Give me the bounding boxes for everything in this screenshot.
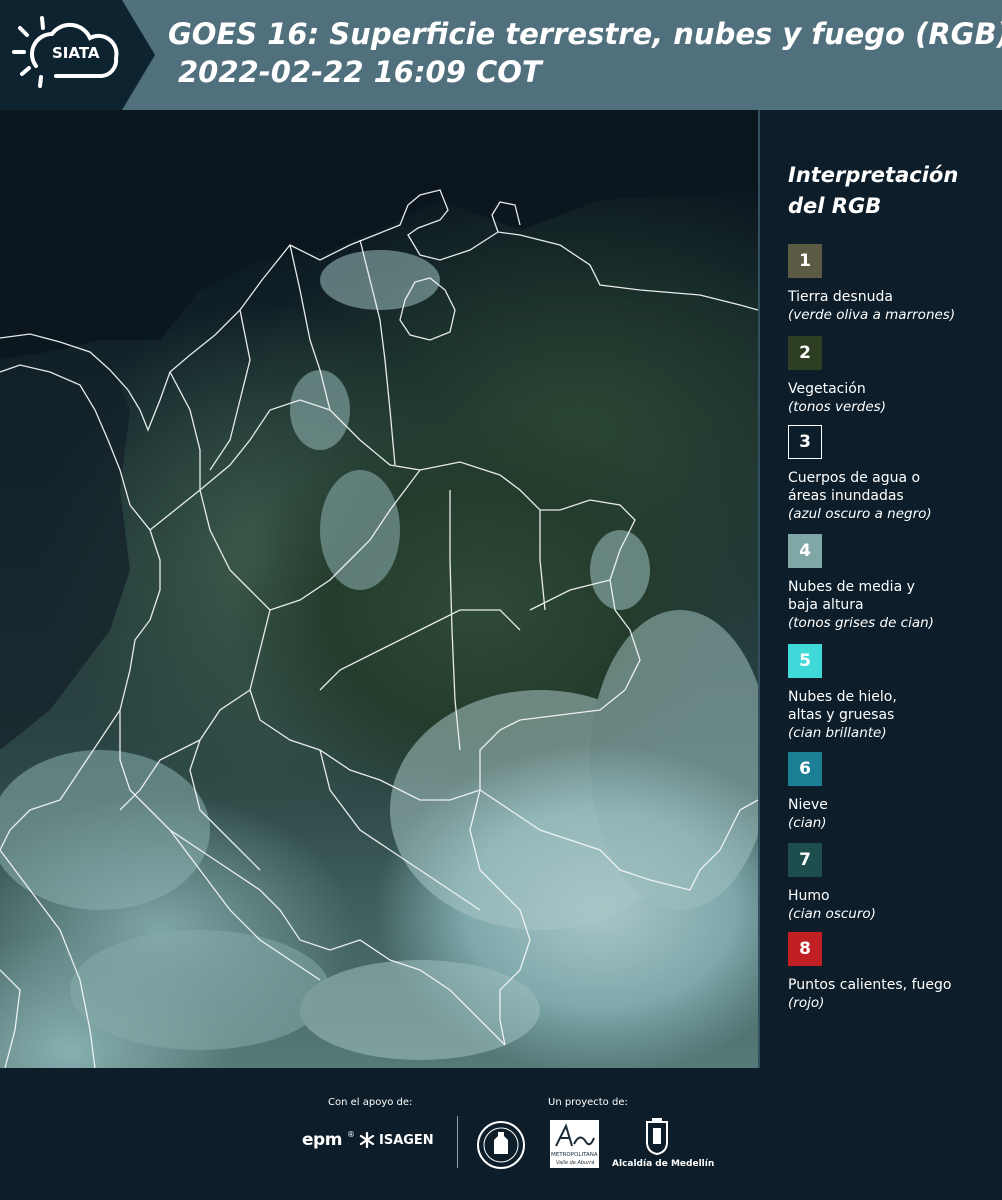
area-metropolitana-logo: METROPOLITANA Valle de Aburrá bbox=[550, 1120, 599, 1168]
legend-item-desc: (tonos verdes) bbox=[788, 399, 886, 415]
epm-text: epm bbox=[302, 1130, 342, 1150]
legend-item-water: 3 Cuerpos de agua o áreas inundadas (azu… bbox=[788, 425, 998, 524]
isagen-text: ISAGEN bbox=[379, 1132, 434, 1148]
legend-item-desc: (cian oscuro) bbox=[788, 906, 876, 922]
legend-item-ice-clouds: 5 Nubes de hielo, altas y gruesas (cian … bbox=[788, 644, 998, 743]
legend-panel: Interpretación del RGB 1 Tierra desnuda … bbox=[788, 160, 998, 1011]
area-script-icon bbox=[555, 1123, 595, 1147]
legend-swatch: 3 bbox=[788, 425, 822, 459]
legend-swatch: 2 bbox=[788, 336, 822, 370]
legend-item-label: Puntos calientes, fuego bbox=[788, 977, 952, 993]
medellin-shield-icon bbox=[646, 1118, 668, 1156]
legend-item-vegetation: 2 Vegetación (tonos verdes) bbox=[788, 336, 998, 417]
registered-icon: ® bbox=[347, 1130, 356, 1139]
logo-text: SIATA bbox=[52, 44, 100, 62]
legend-item-label: Humo bbox=[788, 888, 830, 904]
legend-item-smoke: 7 Humo (cian oscuro) bbox=[788, 843, 998, 924]
legend-title: Interpretación del RGB bbox=[788, 160, 998, 222]
legend-item-desc: (rojo) bbox=[788, 995, 825, 1011]
legend-item-label: Vegetación bbox=[788, 381, 866, 397]
university-seal-icon bbox=[477, 1121, 525, 1169]
legend-item-desc: (tonos grises de cian) bbox=[788, 615, 934, 631]
alcaldia-text: Alcaldía de Medellín bbox=[612, 1159, 715, 1169]
legend-title-line-1: Interpretación bbox=[788, 163, 959, 187]
legend-item-desc: (verde oliva a marrones) bbox=[788, 307, 956, 323]
footer-separator bbox=[457, 1116, 458, 1168]
legend-title-line-2: del RGB bbox=[788, 194, 882, 218]
header-bar: SIATA GOES 16: Superficie terrestre, nub… bbox=[0, 0, 1002, 110]
epm-logo: epm ® bbox=[302, 1130, 355, 1150]
legend-item-label: Nieve bbox=[788, 797, 828, 813]
legend-item-bare-soil: 1 Tierra desnuda (verde oliva a marrones… bbox=[788, 244, 998, 325]
legend-item-label: Tierra desnuda bbox=[788, 289, 893, 305]
boundary-overlay bbox=[0, 110, 758, 1068]
title-line-1: GOES 16: Superficie terrestre, nubes y f… bbox=[168, 17, 1002, 51]
area-text-line-1: METROPOLITANA bbox=[551, 1152, 598, 1158]
isagen-star-icon bbox=[359, 1131, 375, 1149]
legend-item-snow: 6 Nieve (cian) bbox=[788, 752, 998, 833]
legend-swatch: 5 bbox=[788, 644, 822, 678]
legend-swatch: 7 bbox=[788, 843, 822, 877]
legend-item-label: Cuerpos de agua o áreas inundadas bbox=[788, 470, 921, 504]
legend-swatch: 8 bbox=[788, 932, 822, 966]
project-label: Un proyecto de: bbox=[548, 1097, 628, 1108]
legend-item-label: Nubes de media y baja altura bbox=[788, 579, 915, 613]
legend-item-label: Nubes de hielo, altas y gruesas bbox=[788, 689, 897, 723]
legend-item-mid-low-clouds: 4 Nubes de media y baja altura (tonos gr… bbox=[788, 534, 998, 633]
legend-swatch: 6 bbox=[788, 752, 822, 786]
siata-logo: SIATA bbox=[0, 0, 155, 110]
area-text-line-2: Valle de Aburrá bbox=[556, 1160, 595, 1166]
support-label: Con el apoyo de: bbox=[328, 1097, 413, 1108]
isagen-logo: ISAGEN bbox=[358, 1131, 434, 1149]
title-line-2: 2022-02-22 16:09 COT bbox=[178, 55, 542, 89]
legend-swatch: 1 bbox=[788, 244, 822, 278]
legend-swatch: 4 bbox=[788, 534, 822, 568]
legend-item-desc: (cian brillante) bbox=[788, 725, 887, 741]
map-divider bbox=[758, 110, 760, 1068]
footer: Con el apoyo de: Un proyecto de: epm ® I… bbox=[0, 1068, 1002, 1200]
satellite-map[interactable] bbox=[0, 110, 758, 1068]
legend-item-desc: (azul oscuro a negro) bbox=[788, 506, 932, 522]
legend-item-fire: 8 Puntos calientes, fuego (rojo) bbox=[788, 932, 998, 1013]
legend-item-desc: (cian) bbox=[788, 815, 827, 831]
page-title: GOES 16: Superficie terrestre, nubes y f… bbox=[168, 15, 1002, 91]
